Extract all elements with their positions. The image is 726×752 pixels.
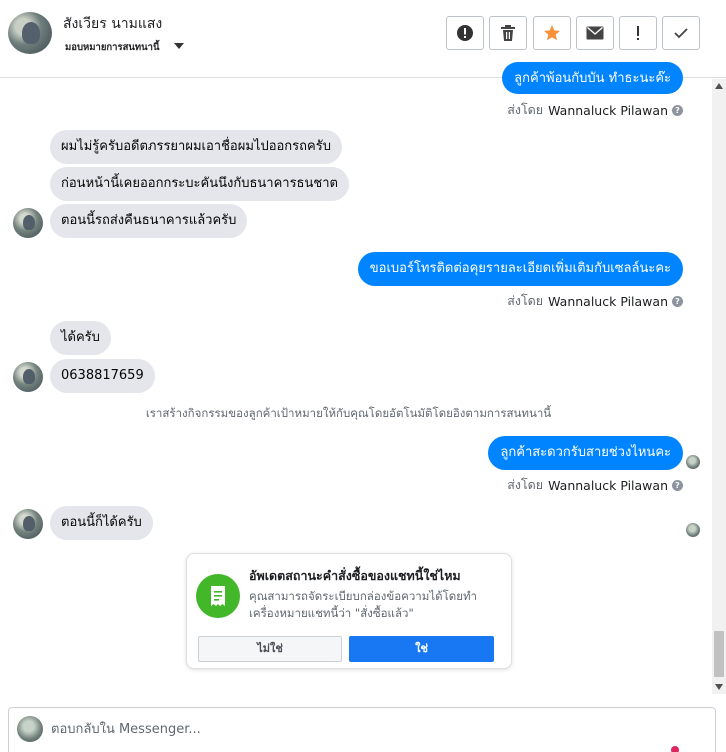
follow-up-button[interactable] bbox=[619, 16, 657, 50]
delete-button[interactable] bbox=[489, 16, 527, 50]
outgoing-message-bubble[interactable]: ลูกค้าพ้อนกับบัน ทำธะนะค๊ะ bbox=[502, 62, 683, 94]
contact-name[interactable]: สังเวียร นามแสง bbox=[63, 13, 162, 35]
incoming-message-bubble[interactable]: 0638817659 bbox=[50, 359, 155, 393]
scroll-up-arrow-icon[interactable] bbox=[715, 83, 723, 89]
incoming-message-bubble[interactable]: ผมไม่รู้ครับอดีตภรรยาผมเอาชื่อผมไปออกรถค… bbox=[50, 130, 342, 164]
system-notice: เราสร้างกิจกรรมของลูกค้าเป้าหมายให้กับคุ… bbox=[145, 406, 552, 420]
info-icon[interactable]: ? bbox=[672, 479, 683, 491]
assign-conversation-label[interactable]: มอบหมายการสนทนานี้ bbox=[65, 40, 160, 55]
star-button[interactable] bbox=[533, 16, 571, 50]
checkmark-icon bbox=[674, 28, 688, 39]
order-status-prompt: อัพเดตสถานะคำสั่งซื้อของแชทนี้ใช่ไหม คุณ… bbox=[186, 553, 512, 669]
sent-by-agent[interactable]: Wannaluck Pilawan bbox=[548, 294, 668, 309]
info-icon[interactable]: ? bbox=[672, 295, 683, 307]
contact-avatar-small[interactable] bbox=[13, 362, 43, 392]
notification-dot-icon bbox=[671, 746, 679, 752]
page-avatar bbox=[17, 716, 43, 742]
envelope-icon bbox=[586, 26, 604, 40]
star-icon bbox=[544, 25, 560, 41]
contact-avatar-small[interactable] bbox=[13, 509, 43, 539]
sent-by-agent[interactable]: Wannaluck Pilawan bbox=[548, 478, 668, 493]
seen-avatar-icon bbox=[686, 523, 700, 537]
reply-input[interactable] bbox=[51, 716, 671, 742]
sent-by-label: ส่งโดย Wannaluck Pilawan? bbox=[507, 475, 683, 495]
no-button[interactable]: ไม่ใช่ bbox=[198, 636, 342, 662]
contact-avatar-small[interactable] bbox=[13, 208, 43, 238]
trash-icon bbox=[501, 25, 515, 41]
sent-by-agent[interactable]: Wannaluck Pilawan bbox=[548, 103, 668, 118]
contact-avatar[interactable] bbox=[8, 12, 52, 54]
order-prompt-body: คุณสามารถจัดระเบียบกล่องข้อความได้โดยทำเ… bbox=[249, 589, 478, 620]
incoming-message-bubble[interactable]: ตอนนี้รถส่งคืนธนาคารแล้วครับ bbox=[50, 204, 248, 238]
incoming-message-bubble[interactable]: ก่อนหน้านี้เคยออกกระบะคันนึงกับธนาคารธนช… bbox=[50, 167, 349, 201]
scroll-down-arrow-icon[interactable] bbox=[715, 684, 723, 690]
sent-by-prefix: ส่งโดย bbox=[507, 293, 544, 308]
receipt-icon bbox=[196, 574, 240, 618]
sent-by-prefix: ส่งโดย bbox=[507, 477, 544, 492]
yes-button[interactable]: ใช่ bbox=[349, 636, 494, 662]
alert-circle-icon bbox=[457, 25, 473, 41]
scrollbar-thumb[interactable] bbox=[714, 631, 724, 677]
outgoing-message-bubble[interactable]: ขอเบอร์โทรติดต่อคุยรายละเอียดเพิ่มเติมกั… bbox=[357, 252, 683, 286]
reply-composer bbox=[8, 707, 716, 752]
messages-scrollbar[interactable] bbox=[712, 79, 726, 694]
exclamation-icon bbox=[637, 26, 639, 40]
sent-by-label: ส่งโดย Wannaluck Pilawan? bbox=[507, 100, 683, 120]
incoming-message-bubble[interactable]: ตอนนี้ก็ได้ครับ bbox=[50, 506, 153, 540]
outgoing-message-bubble[interactable]: ลูกค้าสะดวกรับสายช่วงไหนคะ bbox=[488, 436, 683, 470]
seen-avatar-icon bbox=[686, 455, 700, 469]
chevron-down-icon[interactable] bbox=[174, 43, 184, 49]
order-prompt-title: อัพเดตสถานะคำสั่งซื้อของแชทนี้ใช่ไหม bbox=[249, 568, 461, 583]
incoming-message-bubble[interactable]: ได้ครับ bbox=[50, 321, 111, 355]
sent-by-prefix: ส่งโดย bbox=[507, 102, 544, 117]
mark-spam-button[interactable] bbox=[446, 16, 484, 50]
mark-done-button[interactable] bbox=[662, 16, 700, 50]
mark-unread-button[interactable] bbox=[576, 16, 614, 50]
sent-by-label: ส่งโดย Wannaluck Pilawan? bbox=[507, 291, 683, 311]
info-icon[interactable]: ? bbox=[672, 104, 683, 116]
